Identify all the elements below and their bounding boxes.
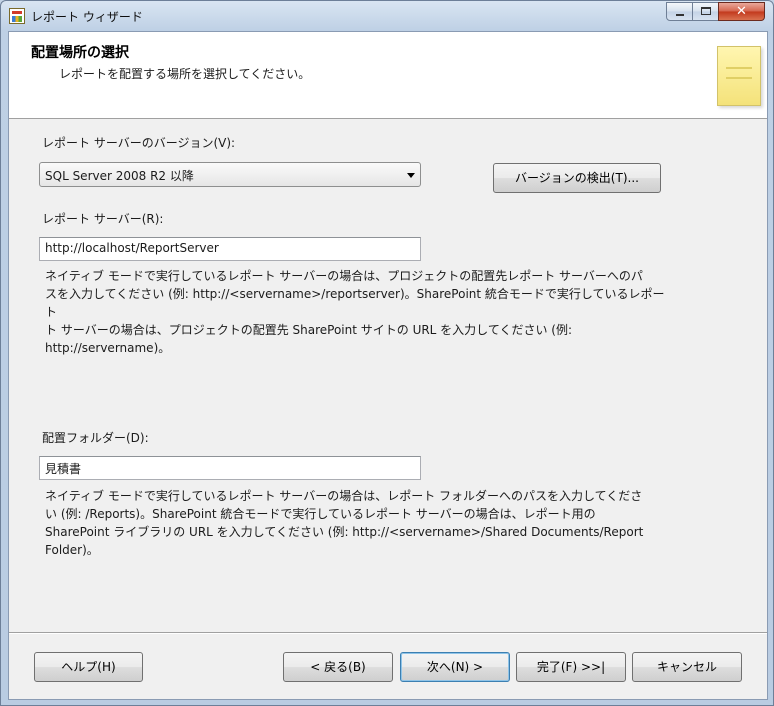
back-button[interactable]: < 戻る(B) <box>283 652 393 682</box>
close-button[interactable]: ✕ <box>718 2 765 21</box>
close-icon: ✕ <box>736 4 747 19</box>
next-button[interactable]: 次へ(N) > <box>400 652 510 682</box>
footer-separator <box>9 632 767 634</box>
folder-help-line: Folder)。 <box>45 543 99 557</box>
folder-help-line: い (例: /Reports)。SharePoint 統合モードで実行しているレ… <box>45 507 596 521</box>
version-label: レポート サーバーのバージョン(V): <box>42 136 236 150</box>
wizard-window: レポート ウィザード ✕ 配置場所の選択 レポートを配置する場所を選択してくださ… <box>0 0 774 706</box>
server-help-line: http://servername)。 <box>45 341 171 355</box>
version-select[interactable]: SQL Server 2008 R2 以降 <box>39 162 421 187</box>
server-help-text: ネイティブ モードで実行しているレポート サーバーの場合は、プロジェクトの配置先… <box>45 267 665 357</box>
cancel-button[interactable]: キャンセル <box>632 652 742 682</box>
server-help-line: スを入力してください (例: http://<servername>/repor… <box>45 287 665 319</box>
folder-label: 配置フォルダー(D): <box>42 431 149 445</box>
maximize-button[interactable] <box>692 2 719 21</box>
server-label: レポート サーバー(R): <box>42 212 164 226</box>
report-wizard-icon <box>9 8 25 24</box>
version-select-value: SQL Server 2008 R2 以降 <box>45 169 194 183</box>
page-title: 配置場所の選択 <box>31 45 129 61</box>
minimize-button[interactable] <box>666 2 693 21</box>
note-paper-icon <box>717 46 761 106</box>
maximize-icon <box>701 7 711 15</box>
folder-help-line: ネイティブ モードで実行しているレポート サーバーの場合は、レポート フォルダー… <box>45 489 643 503</box>
page-subtitle: レポートを配置する場所を選択してください。 <box>59 67 311 81</box>
finish-button[interactable]: 完了(F) >>| <box>516 652 626 682</box>
title-bar[interactable]: レポート ウィザード ✕ <box>1 1 773 31</box>
server-help-line: ネイティブ モードで実行しているレポート サーバーの場合は、プロジェクトの配置先… <box>45 269 643 283</box>
server-help-line: ト サーバーの場合は、プロジェクトの配置先 SharePoint サイトの UR… <box>45 323 573 337</box>
dropdown-arrow-icon[interactable] <box>407 173 415 178</box>
folder-help-line: SharePoint ライブラリの URL を入力してください (例: http… <box>45 525 644 539</box>
wizard-body: 配置場所の選択 レポートを配置する場所を選択してください。 レポート サーバーの… <box>8 31 768 700</box>
folder-help-text: ネイティブ モードで実行しているレポート サーバーの場合は、レポート フォルダー… <box>45 487 665 559</box>
window-title: レポート ウィザード <box>31 10 143 24</box>
detect-version-button[interactable]: バージョンの検出(T)... <box>493 163 661 193</box>
minimize-icon <box>676 14 684 16</box>
help-button[interactable]: ヘルプ(H) <box>34 652 143 682</box>
folder-input[interactable]: 見積書 <box>39 456 421 480</box>
wizard-header: 配置場所の選択 レポートを配置する場所を選択してください。 <box>9 32 767 119</box>
server-url-input[interactable]: http://localhost/ReportServer <box>39 237 421 261</box>
